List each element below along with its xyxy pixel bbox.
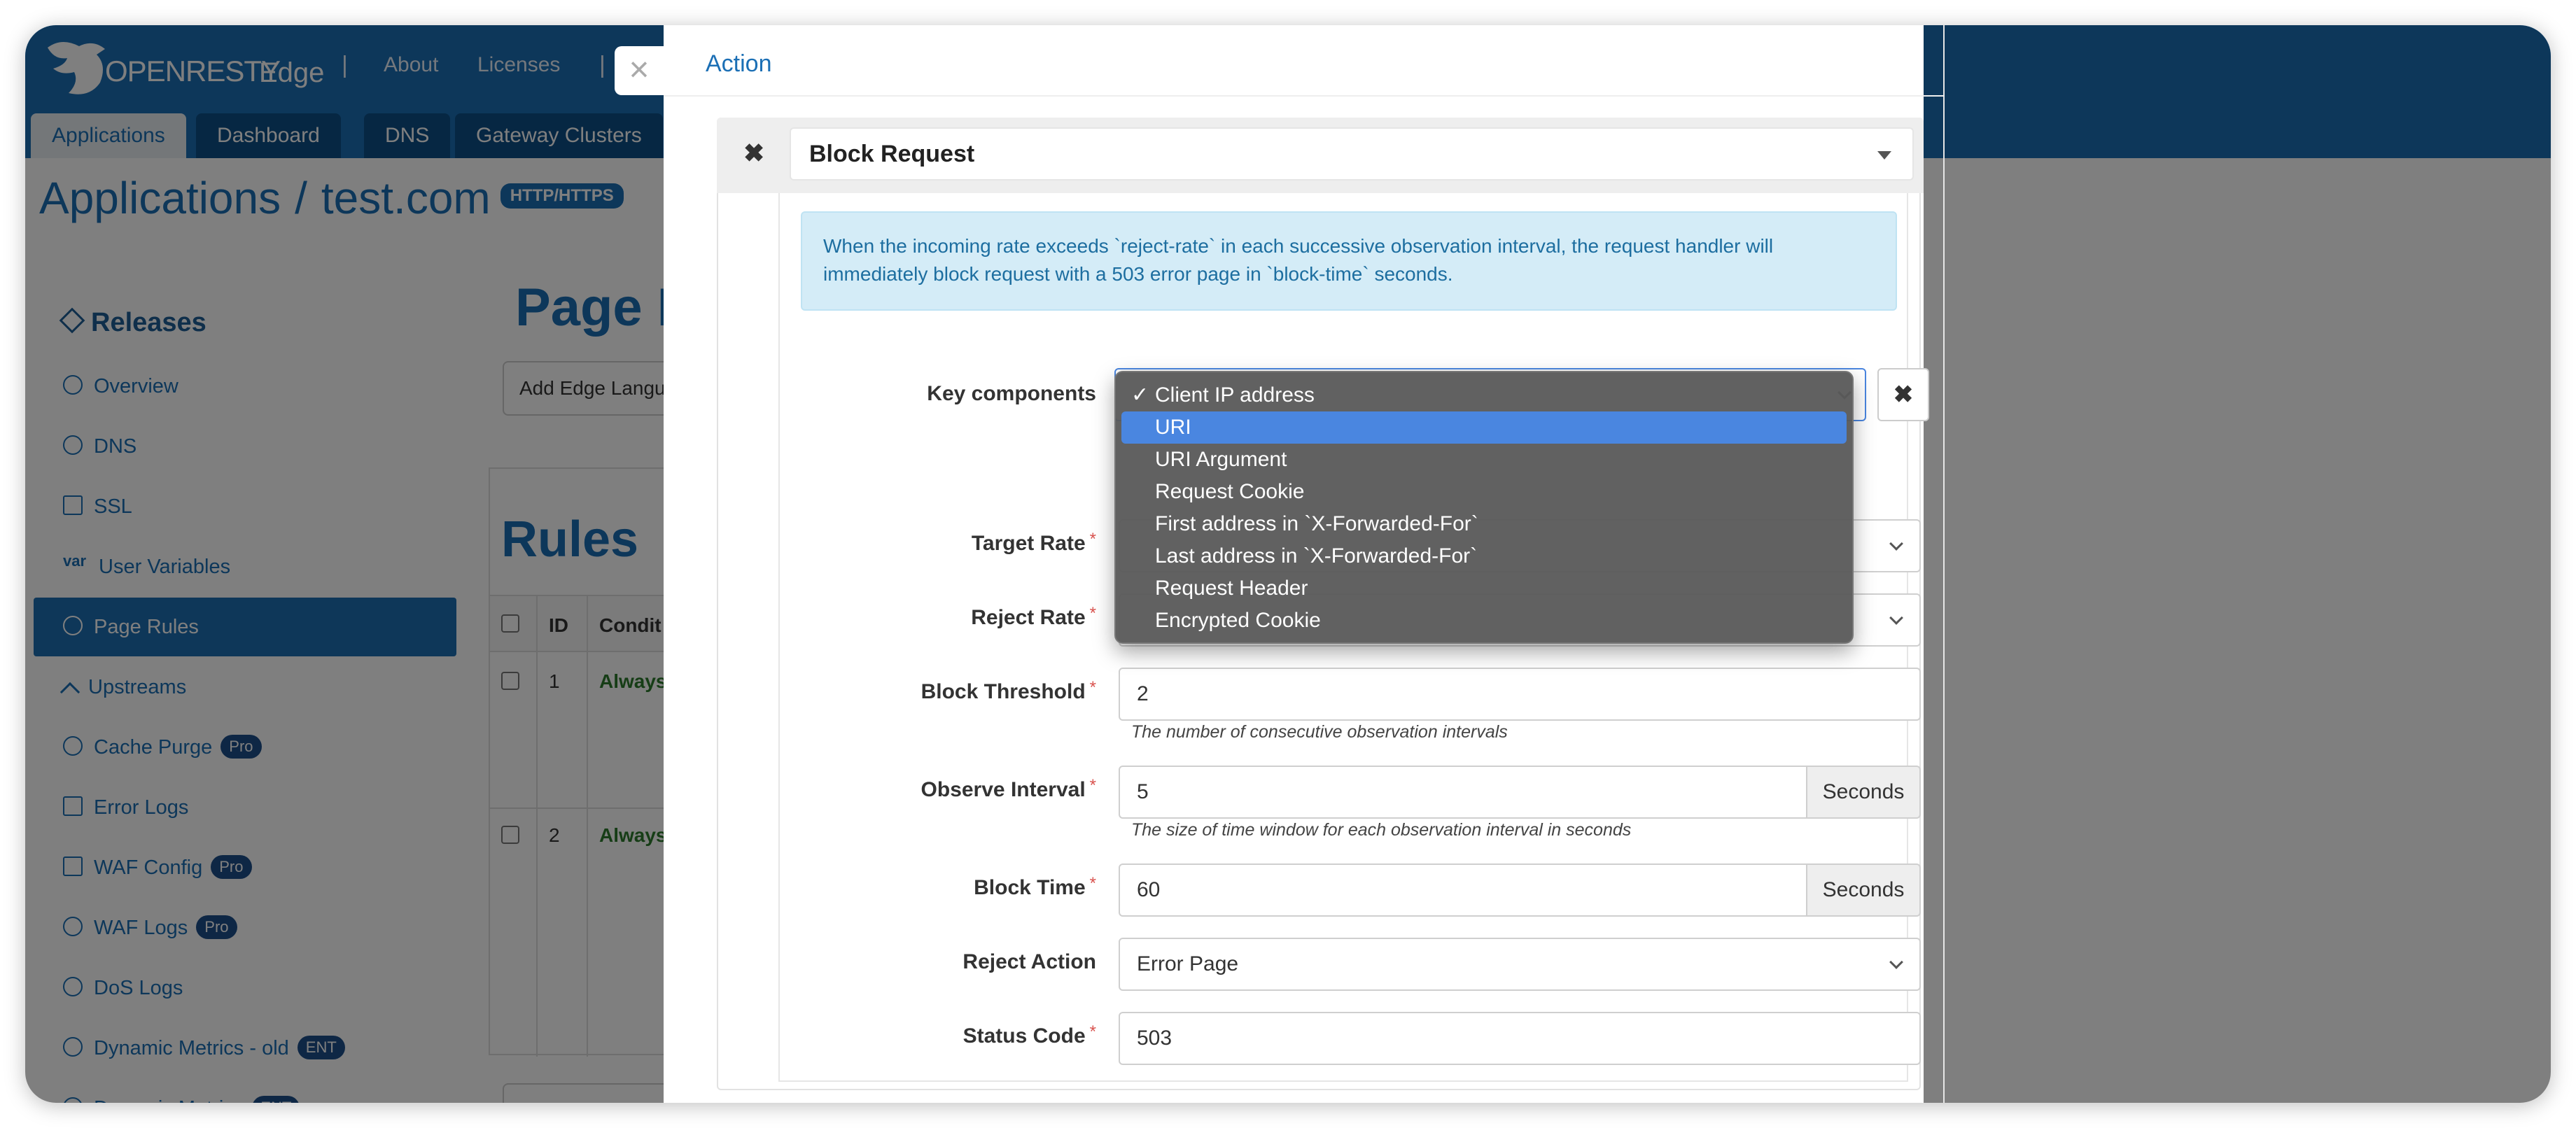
dropdown-option-last-xff[interactable]: Last address in `X-Forwarded-For`: [1121, 540, 1847, 572]
status-code-label: Status Code *: [962, 1022, 1096, 1048]
observe-interval-help: The size of time window for each observa…: [1131, 820, 1632, 840]
reject-rate-label: Reject Rate *: [971, 604, 1096, 629]
reject-action-label: Reject Action: [962, 950, 1096, 973]
chevron-down-icon: [1889, 611, 1903, 625]
remove-key-component-button[interactable]: ✖: [1877, 368, 1929, 421]
caret-down-icon: [1877, 151, 1891, 160]
key-components-label: Key components: [927, 382, 1096, 405]
dropdown-option-encrypted-cookie[interactable]: Encrypted Cookie: [1121, 605, 1847, 637]
status-code-input[interactable]: 503: [1119, 1012, 1921, 1065]
block-time-label: Block Time *: [974, 874, 1096, 899]
title-divider: [664, 95, 1945, 97]
action-type-value: Block Request: [809, 141, 975, 167]
remove-action-button[interactable]: ✖: [743, 139, 764, 168]
block-threshold-help: The number of consecutive observation in…: [1131, 722, 1508, 742]
modal-close-button[interactable]: ×: [615, 46, 664, 95]
block-time-unit: Seconds: [1807, 863, 1921, 917]
checkmark-icon: ✓: [1131, 383, 1149, 407]
modal-title: Action: [706, 50, 772, 77]
info-alert: When the incoming rate exceeds `reject-r…: [801, 211, 1897, 311]
block-threshold-label: Block Threshold *: [920, 678, 1096, 703]
key-components-dropdown: ✓ Client IP address URI URI Argument Requ…: [1114, 371, 1854, 644]
browser-frame: OPENRESTY Edge | About Licenses | Applic…: [25, 25, 2551, 1103]
action-type-select[interactable]: Block Request: [790, 127, 1914, 181]
observe-interval-input[interactable]: 5: [1119, 766, 1807, 819]
dropdown-option-request-cookie[interactable]: Request Cookie: [1121, 476, 1847, 508]
block-threshold-input[interactable]: 2: [1119, 668, 1921, 721]
observe-interval-unit: Seconds: [1807, 766, 1921, 819]
dropdown-option-uri-argument[interactable]: URI Argument: [1121, 444, 1847, 476]
action-panel-header: ✖ Block Request: [717, 118, 1924, 193]
chevron-down-icon: [1889, 537, 1903, 551]
observe-interval-label: Observe Interval *: [920, 776, 1096, 801]
dropdown-option-request-header[interactable]: Request Header: [1121, 572, 1847, 605]
chevron-down-icon: [1889, 955, 1903, 969]
dropdown-option-uri[interactable]: URI: [1121, 411, 1847, 444]
dropdown-option-first-xff[interactable]: First address in `X-Forwarded-For`: [1121, 508, 1847, 540]
target-rate-label: Target Rate *: [971, 530, 1096, 555]
dropdown-option-client-ip[interactable]: ✓ Client IP address: [1121, 379, 1847, 411]
reject-action-select[interactable]: Error Page: [1119, 938, 1921, 991]
block-time-input[interactable]: 60: [1119, 863, 1807, 917]
modal-divider: [1943, 25, 1945, 1103]
